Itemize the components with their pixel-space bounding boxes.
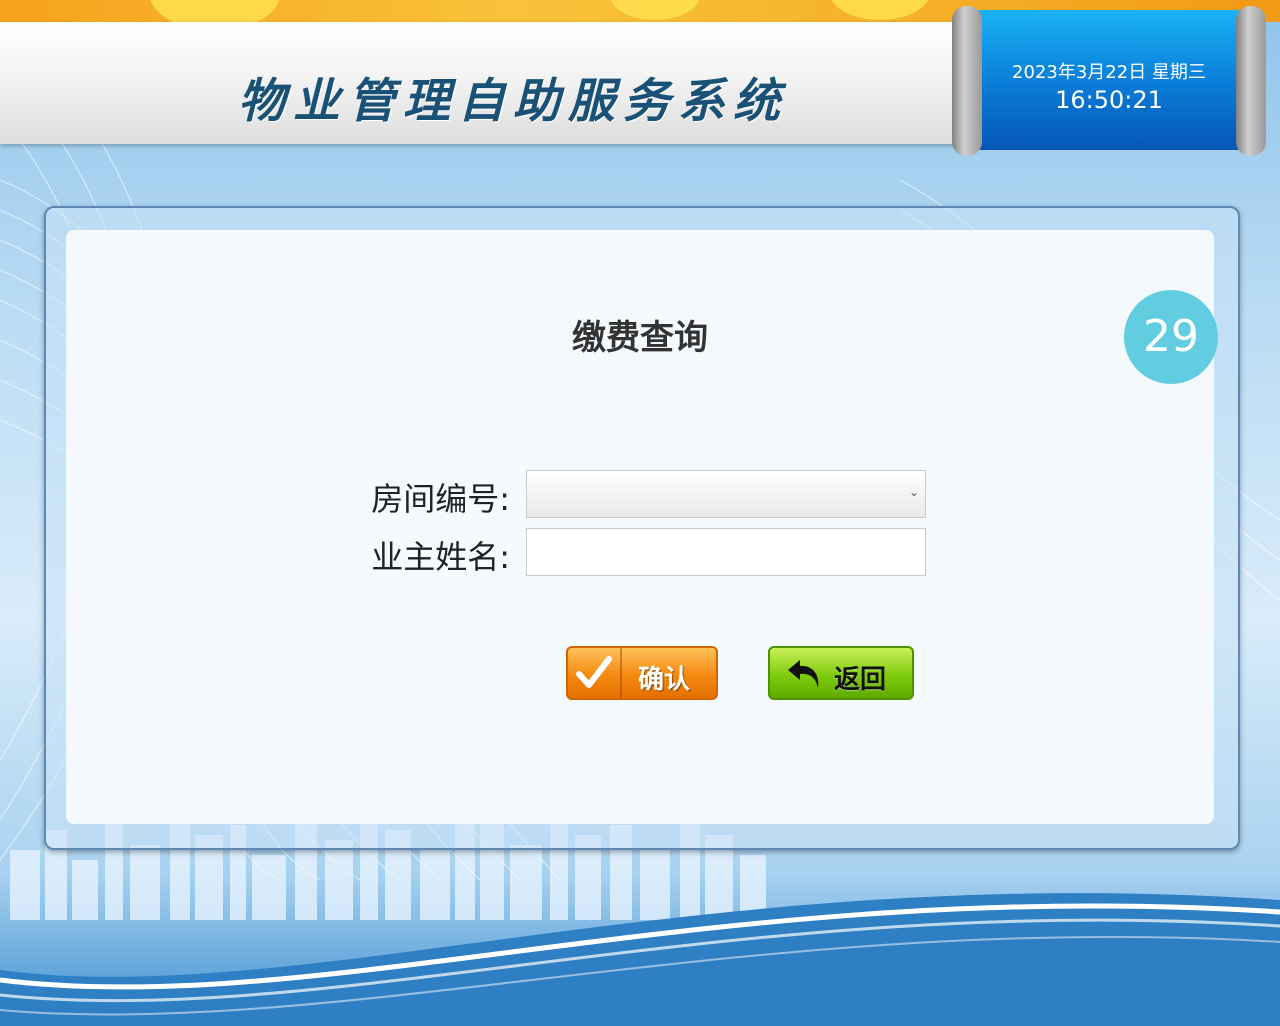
owner-name-input[interactable] [526, 528, 926, 576]
clock-panel: 2023年3月22日 星期三 16:50:21 [952, 6, 1266, 156]
room-number-select[interactable]: ⌄ [526, 470, 926, 518]
clock-date: 2023年3月22日 星期三 [1012, 62, 1206, 83]
back-label: 返回 [834, 665, 887, 695]
app-title: 物业管理自助服务系统 [238, 74, 788, 129]
button-divider [620, 648, 622, 698]
checkmark-icon [576, 654, 612, 699]
back-button[interactable]: 返回 [768, 646, 914, 700]
bottom-wave [0, 893, 1280, 1026]
confirm-button[interactable]: 确认 [566, 646, 718, 700]
main-panel: 29 缴费查询 房间编号: ⌄ 业主姓名: 确认 返回 [44, 206, 1240, 850]
header-bar: 物业管理自助服务系统 [0, 22, 990, 144]
room-number-label: 房间编号: [371, 480, 510, 518]
chevron-down-icon: ⌄ [908, 485, 919, 499]
form-card: 29 缴费查询 房间编号: ⌄ 业主姓名: 确认 返回 [66, 230, 1218, 824]
clock-time: 16:50:21 [1055, 86, 1163, 114]
return-arrow-icon [786, 654, 826, 701]
owner-name-label: 业主姓名: [371, 538, 510, 576]
page-title: 缴费查询 [572, 318, 708, 358]
confirm-label: 确认 [638, 665, 691, 695]
